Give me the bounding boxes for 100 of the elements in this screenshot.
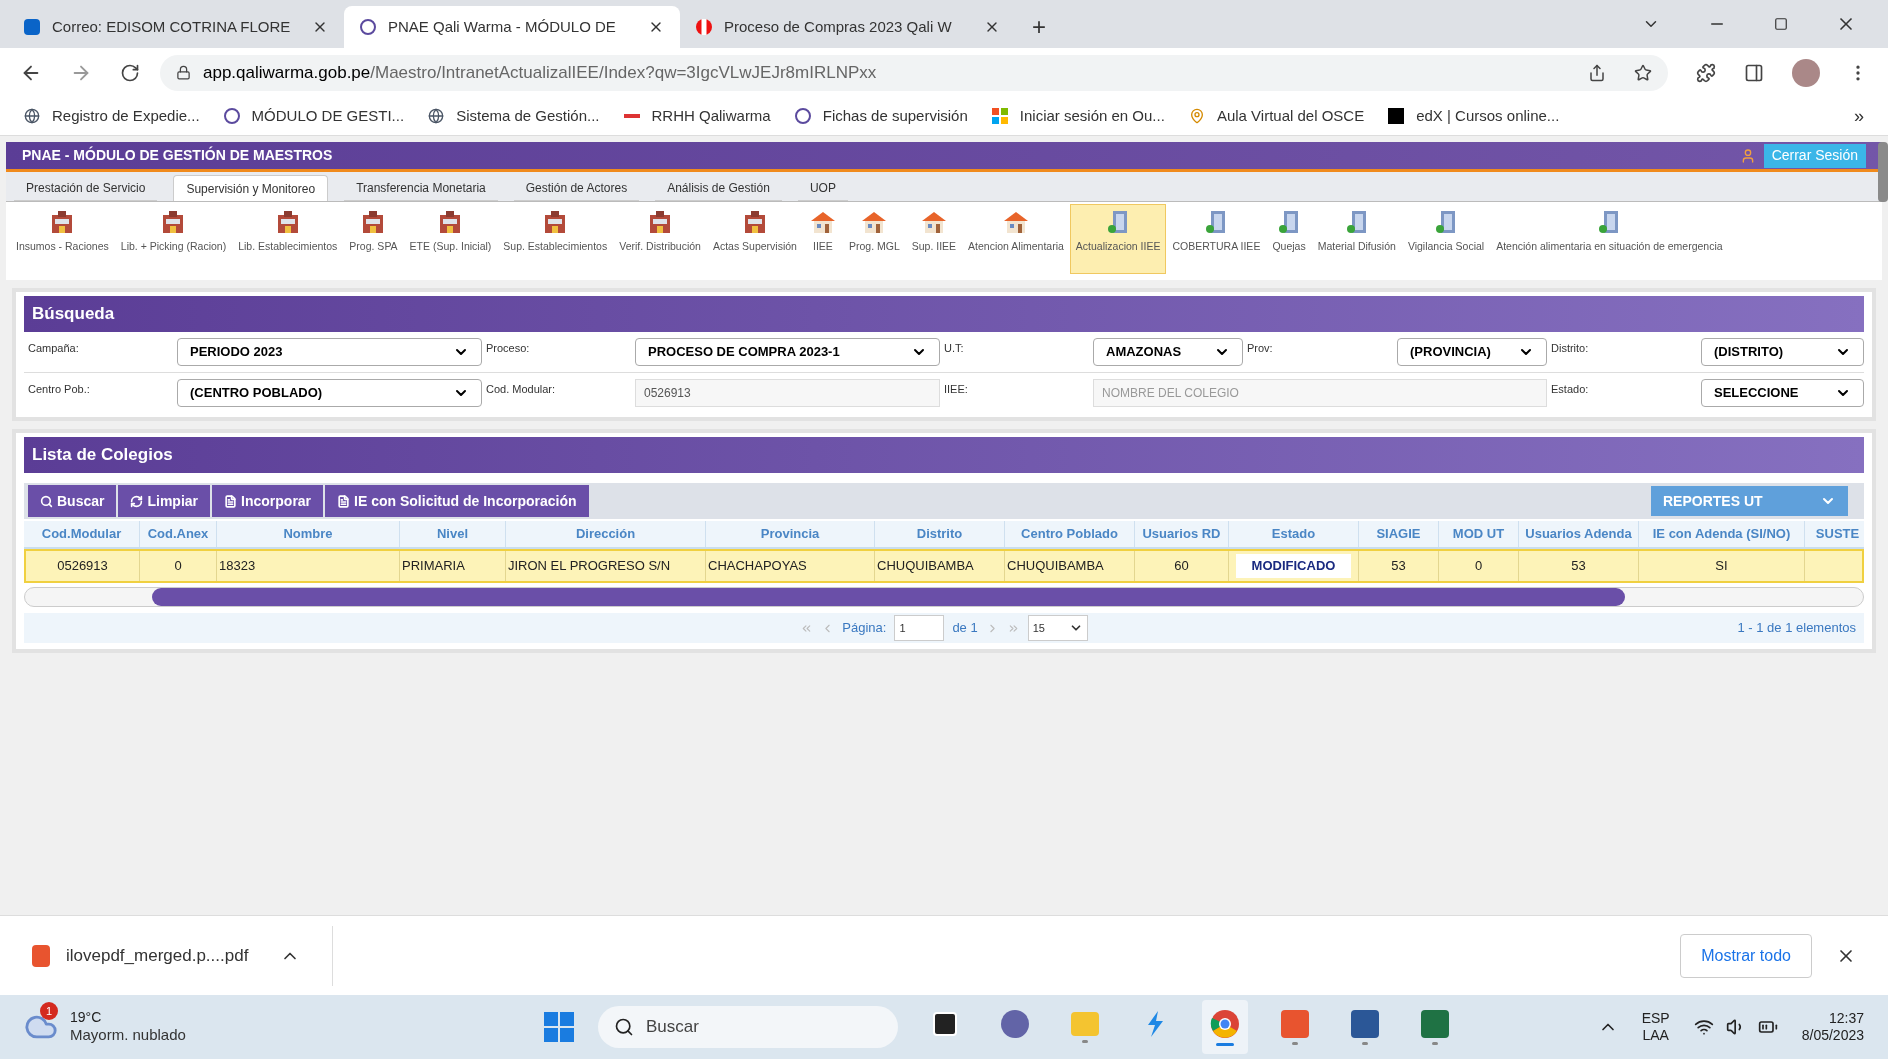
field-label: Centro Pob.: <box>27 382 91 397</box>
toolbar-item[interactable]: Sup. IIEE <box>905 204 963 274</box>
action-button[interactable]: Incorporar <box>212 485 324 517</box>
column-header[interactable]: Cod.Modular <box>24 521 140 547</box>
table-row[interactable]: 0526913 0 18323 PRIMARIA JIRON EL PROGRESO S/N CHACHAPOYAS CHUQUIBAMBA CHUQUIBAMBA 60 MODIFICADO 53 0 53 SI <box>24 549 1864 583</box>
column-header[interactable]: Nombre <box>217 521 400 547</box>
flag-icon <box>696 19 712 35</box>
browser-tab[interactable]: Correo: EDISOM COTRINA FLORE <box>8 6 344 48</box>
search-icon <box>40 494 53 508</box>
column-header[interactable]: Distrito <box>875 521 1005 547</box>
bookmark[interactable]: Iniciar sesión en Ou... <box>991 104 1165 128</box>
browser-tab[interactable]: PNAE Qali Warma - MÓDULO DE <box>344 6 680 48</box>
new-tab-button[interactable]: + <box>1016 6 1062 48</box>
toolbar-item[interactable]: ETE (Sup. Inicial) <box>403 204 498 274</box>
table-cell-text: SI <box>1715 557 1728 576</box>
input-field[interactable]: NOMBRE DEL COLEGIO <box>1093 379 1547 407</box>
bookmark[interactable]: edX | Cursos online... <box>1388 104 1560 128</box>
clock-time[interactable]: 12:37 <box>1828 1009 1864 1027</box>
dropdown[interactable]: PERIODO 2023 <box>177 338 482 366</box>
table-cell-text: PRIMARIA <box>402 557 465 576</box>
pin-icon <box>1188 108 1205 124</box>
toolbar-item[interactable]: Sup. Establecimientos <box>497 204 614 274</box>
address-field[interactable]: app.qaliwarma.gob.pe/Maestro/IntranetActualizalIEE/Index?qw=3IgcVLwJEJr8mIRLNPxx <box>160 54 1668 91</box>
column-header[interactable]: Usuarios RD <box>1135 521 1229 547</box>
nav-tab[interactable]: Prestación de Servicio <box>14 175 158 201</box>
page-size-dropdown[interactable]: 15 <box>1027 615 1088 641</box>
toolbar-item[interactable]: Verif. Distribución <box>613 204 707 274</box>
more-bookmarks-button[interactable]: » <box>1854 102 1864 130</box>
side-panel-icon[interactable] <box>1744 62 1764 83</box>
browser-tab[interactable]: Proceso de Compras 2023 Qali W <box>680 6 1016 48</box>
horizontal-scrollbar[interactable] <box>24 587 1864 607</box>
toolbar-item[interactable]: Actualizacion IIEE <box>1069 204 1167 274</box>
language-indicator[interactable]: ESP <box>1641 1009 1670 1027</box>
nav-tab[interactable]: Gestión de Actores <box>513 175 640 201</box>
bookmark[interactable]: Fichas de supervisión <box>794 104 968 128</box>
chrome-icon[interactable] <box>1210 1008 1240 1039</box>
extensions-icon[interactable] <box>1696 62 1716 83</box>
toolbar-item[interactable]: Prog. MGL <box>842 204 906 274</box>
action-button[interactable]: Buscar <box>28 485 117 517</box>
dropdown[interactable]: PROCESO DE COMPRA 2023-1 <box>635 338 940 366</box>
field-label: U.T: <box>943 341 965 356</box>
toolbar-item[interactable]: Material Difusión <box>1311 204 1402 274</box>
column-header[interactable]: Centro Poblado <box>1005 521 1135 547</box>
toolbar-item[interactable]: Atencion Alimentaria <box>962 204 1070 274</box>
page-scrollbar[interactable] <box>1878 142 1888 202</box>
globe-icon <box>24 108 40 124</box>
toolbar-item[interactable]: Lib. Establecimientos <box>232 204 344 274</box>
temperature: 19°C <box>70 1008 103 1027</box>
dropdown[interactable]: (DISTRITO) <box>1701 338 1864 366</box>
lock-icon <box>176 65 191 80</box>
page-input[interactable]: 1 <box>894 615 945 641</box>
column-header[interactable]: Cod.Anex <box>140 521 217 547</box>
field-label: Distrito: <box>1550 341 1590 356</box>
show-all-button[interactable]: Mostrar todo <box>1680 933 1812 978</box>
toolbar-item[interactable]: Insumos - Raciones <box>10 204 115 274</box>
nav-tab[interactable]: Análisis de Gestión <box>655 175 782 201</box>
restore-icon[interactable] <box>1774 17 1788 31</box>
scrollbar-thumb[interactable] <box>152 588 1625 606</box>
action-button[interactable]: Limpiar <box>118 485 211 517</box>
bookmark[interactable]: Registro de Expedie... <box>24 104 200 128</box>
bookmark[interactable]: MÓDULO DE GESTI... <box>223 104 405 128</box>
toolbar-item[interactable]: Atención alimentaria en situación de emergencia <box>1490 204 1729 274</box>
table-cell-text: 53 <box>1571 557 1586 576</box>
dropdown[interactable]: (CENTRO POBLADO) <box>177 379 482 407</box>
taskbar-search-field[interactable]: Buscar <box>598 1006 898 1048</box>
toolbar-item[interactable]: IIEE <box>802 204 843 274</box>
toolbar-item[interactable]: Quejas <box>1266 204 1312 274</box>
nav-tab[interactable]: Supervisión y Monitoreo <box>173 175 329 201</box>
bookmark[interactable]: Aula Virtual del OSCE <box>1188 104 1365 128</box>
field-label: Cod. Modular: <box>485 382 557 397</box>
download-item[interactable]: ilovepdf_merged.p....pdf <box>32 925 334 986</box>
input-field[interactable]: 0526913 <box>635 379 940 407</box>
nav-tab[interactable]: UOP <box>797 175 848 201</box>
bookmark-star-icon[interactable] <box>1634 63 1652 82</box>
wifi-icon[interactable] <box>1693 1017 1714 1037</box>
dash-icon <box>623 114 640 118</box>
dropdown[interactable]: AMAZONAS <box>1093 338 1243 366</box>
toolbar-item[interactable]: Vigilancia Social <box>1401 204 1491 274</box>
keyboard-layout[interactable]: LAA <box>1642 1027 1669 1045</box>
app-title: PNAE - MÓDULO DE GESTIÓN DE MAESTROS <box>22 145 333 165</box>
share-icon[interactable] <box>1588 63 1606 82</box>
clock-date[interactable]: 8/05/2023 <box>1801 1027 1864 1045</box>
avatar-icon[interactable] <box>1792 58 1820 87</box>
pager-summary: 1 - 1 de 1 elementos <box>1737 619 1856 638</box>
refresh-icon <box>130 494 144 508</box>
toolbar-item[interactable]: Actas Supervisión <box>706 204 803 274</box>
column-header[interactable]: Usuarios Adenda <box>1519 521 1639 547</box>
field-label: Prov: <box>1246 341 1274 356</box>
toolbar-item[interactable]: COBERTURA IIEE <box>1166 204 1267 274</box>
column-header[interactable]: Dirección <box>506 521 706 547</box>
dropdown[interactable]: (PROVINCIA) <box>1397 338 1547 366</box>
reload-icon[interactable] <box>120 62 140 83</box>
windows-start-icon[interactable] <box>544 1012 574 1042</box>
bookmark[interactable]: Sistema de Gestión... <box>428 104 600 128</box>
bookmark[interactable]: RRHH Qaliwarma <box>623 104 771 128</box>
nav-tab[interactable]: Transferencia Monetaria <box>344 175 498 201</box>
toolbar-item[interactable]: Prog. SPA <box>343 204 404 274</box>
toolbar-item[interactable]: Lib. + Picking (Racion) <box>114 204 233 274</box>
dropdown[interactable]: SELECCIONE <box>1701 379 1864 407</box>
action-button[interactable]: IE con Solicitud de Incorporación <box>325 485 589 517</box>
